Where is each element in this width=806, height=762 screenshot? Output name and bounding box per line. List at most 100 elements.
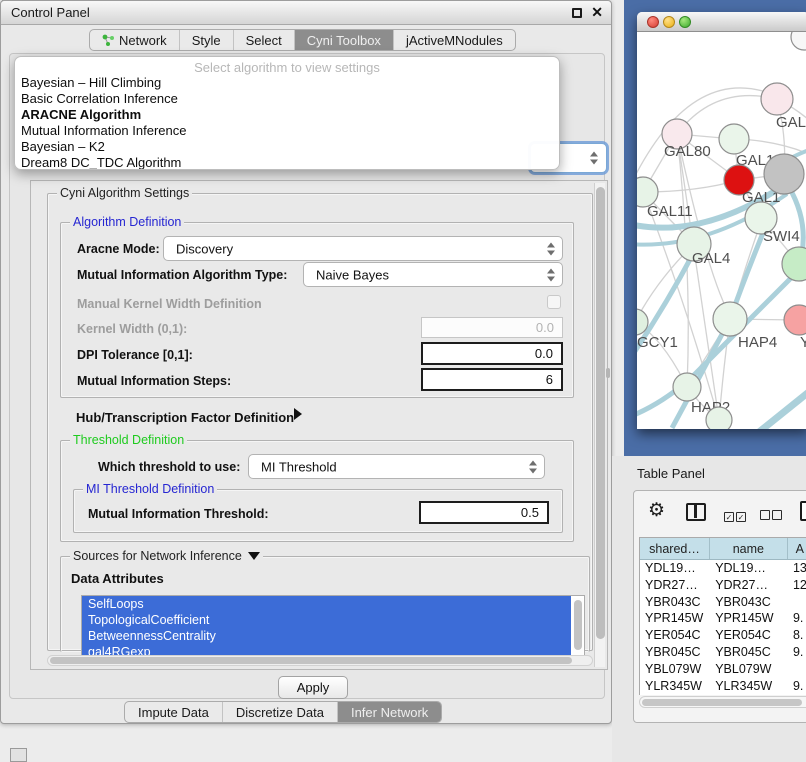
export-table-icon[interactable] — [800, 501, 806, 521]
table-cell[interactable]: YPR145W — [640, 610, 710, 627]
tab-impute-data[interactable]: Impute Data — [125, 702, 223, 722]
table-cell[interactable]: YLR345W — [640, 678, 710, 695]
table-row[interactable]: YBR043CYBR043C — [640, 594, 806, 611]
column-header-shared-name[interactable]: shared… — [640, 538, 710, 559]
data-attributes-label: Data Attributes — [71, 571, 164, 586]
attr-list-scrollbar — [573, 598, 583, 656]
column-header-clipped[interactable]: A — [788, 538, 806, 559]
mi-threshold-input[interactable]: 0.5 — [419, 501, 549, 524]
tab-jactivemnodules[interactable]: jActiveMNodules — [394, 30, 515, 50]
apply-button[interactable]: Apply — [278, 676, 348, 699]
which-threshold-combo[interactable]: MI Threshold — [248, 454, 545, 479]
algorithm-option[interactable]: ARACNE Algorithm — [15, 107, 559, 123]
table-row[interactable]: YBR045CYBR045C9. — [640, 644, 806, 661]
table-cell[interactable]: YDL19… — [640, 560, 710, 577]
node-label: GCY1 — [637, 334, 678, 351]
tab-infer-network[interactable]: Infer Network — [338, 702, 441, 722]
column-header-name[interactable]: name — [710, 538, 788, 559]
tab-select[interactable]: Select — [234, 30, 295, 50]
table-row[interactable]: YER054CYER054C8. — [640, 627, 806, 644]
algorithm-option[interactable]: Bayesian – Hill Climbing — [15, 75, 559, 91]
table-row[interactable]: YPR145WYPR145W9. — [640, 610, 806, 627]
network-node[interactable] — [782, 247, 806, 281]
kernel-width-input[interactable]: 0.0 — [421, 317, 563, 338]
network-node-y[interactable] — [784, 305, 806, 335]
table-cell[interactable]: YBL079W — [640, 661, 710, 678]
tab-network[interactable]: Network — [90, 30, 180, 50]
network-node-gal10[interactable] — [719, 124, 749, 154]
table-cell[interactable]: YBR045C — [710, 644, 788, 661]
float-window-icon[interactable] — [572, 8, 582, 18]
table-cell[interactable]: YER054C — [640, 627, 710, 644]
network-node-gal[interactable] — [761, 83, 793, 115]
manual-kernel-width-checkbox[interactable] — [547, 295, 561, 309]
table-cell[interactable]: YDR27… — [710, 577, 788, 594]
table-cell[interactable]: YBL079W — [710, 661, 788, 678]
table-cell[interactable]: 9. — [788, 644, 806, 661]
network-view-window: GALGAL80GAL10GAL1GAL11SWI4GAL4GCY1HAP4YH… — [637, 12, 806, 429]
network-node-hap4[interactable] — [713, 302, 747, 336]
algorithm-option[interactable]: Mutual Information Inference — [15, 123, 559, 139]
sources-disclosure-icon[interactable] — [248, 552, 260, 560]
network-node-hap2[interactable] — [673, 373, 701, 401]
table-cell[interactable]: YBR045C — [640, 644, 710, 661]
table-row[interactable]: YDL19…YDL19…13 — [640, 560, 806, 577]
table-row[interactable]: YDR27…YDR27…12 — [640, 577, 806, 594]
network-edge-highlighted — [759, 387, 806, 429]
tab-cyni-toolbox[interactable]: Cyni Toolbox — [295, 30, 394, 50]
settings-vscroll-thumb[interactable] — [596, 187, 605, 639]
settings-hscroll-thumb[interactable] — [50, 657, 572, 664]
deselect-all-columns-icon[interactable] — [760, 507, 784, 525]
zoom-traffic-light[interactable] — [679, 16, 691, 28]
aracne-mode-combo[interactable]: Discovery — [163, 236, 563, 261]
mi-algorithm-type-combo[interactable]: Naive Bayes — [303, 262, 563, 287]
table-cell[interactable]: YER054C — [710, 627, 788, 644]
network-node[interactable] — [764, 154, 804, 194]
table-cell[interactable]: 9. — [788, 678, 806, 695]
table-cell[interactable]: YIL052C — [710, 694, 788, 695]
minimize-traffic-light[interactable] — [663, 16, 675, 28]
network-icon — [102, 34, 115, 47]
table-cell[interactable]: YBR043C — [640, 594, 710, 611]
tab-discretize-data[interactable]: Discretize Data — [223, 702, 338, 722]
algorithm-option[interactable]: Basic Correlation Inference — [15, 91, 559, 107]
table-row[interactable]: YIL052CYIL052C9 — [640, 694, 806, 695]
node-table: shared… name A YDL19…YDL19…13YDR27…YDR27… — [639, 537, 806, 695]
table-cell[interactable]: 8. — [788, 627, 806, 644]
table-cell[interactable]: YPR145W — [710, 610, 788, 627]
data-attribute-item[interactable]: TopologicalCoefficient — [82, 612, 571, 628]
data-attribute-item[interactable]: SelfLoops — [82, 596, 571, 612]
hub-disclosure-icon[interactable] — [294, 408, 302, 420]
table-row[interactable]: YLR345WYLR345W9. — [640, 678, 806, 695]
table-cell[interactable]: YLR345W — [710, 678, 788, 695]
tab-style[interactable]: Style — [180, 30, 234, 50]
table-cell[interactable]: YDR27… — [640, 577, 710, 594]
dpi-tolerance-input[interactable]: 0.0 — [421, 342, 563, 365]
tab-select-label: Select — [246, 33, 282, 48]
table-cell[interactable]: YBR043C — [710, 594, 788, 611]
table-settings-gear-icon[interactable]: ⚙ — [648, 499, 665, 522]
table-cell[interactable]: 12 — [788, 577, 806, 594]
mi-steps-input[interactable]: 6 — [421, 368, 563, 391]
algorithm-option[interactable]: Bayesian – K2 — [15, 139, 559, 155]
panel-splitter-handle[interactable] — [606, 368, 610, 378]
algorithm-option[interactable]: Dream8 DC_TDC Algorithm — [15, 155, 559, 170]
close-traffic-light[interactable] — [647, 16, 659, 28]
table-hscroll-thumb[interactable] — [642, 699, 802, 706]
close-window-icon[interactable]: ✕ — [591, 4, 603, 21]
show-columns-icon[interactable] — [686, 503, 706, 521]
table-cell[interactable]: YIL052C — [640, 694, 710, 695]
attr-list-scroll-thumb[interactable] — [574, 600, 582, 650]
network-node[interactable] — [791, 32, 806, 50]
table-cell[interactable] — [788, 594, 806, 611]
table-cell[interactable]: 13 — [788, 560, 806, 577]
select-all-columns-icon[interactable]: ✓✓ — [724, 507, 748, 525]
network-node[interactable] — [706, 407, 732, 429]
table-row[interactable]: YBL079WYBL079W — [640, 661, 806, 678]
table-cell[interactable]: YDL19… — [710, 560, 788, 577]
table-cell[interactable]: 9 — [788, 694, 806, 695]
minimized-panel-icon[interactable] — [10, 748, 27, 762]
table-cell[interactable] — [788, 661, 806, 678]
table-cell[interactable]: 9. — [788, 610, 806, 627]
data-attribute-item[interactable]: BetweennessCentrality — [82, 628, 571, 644]
